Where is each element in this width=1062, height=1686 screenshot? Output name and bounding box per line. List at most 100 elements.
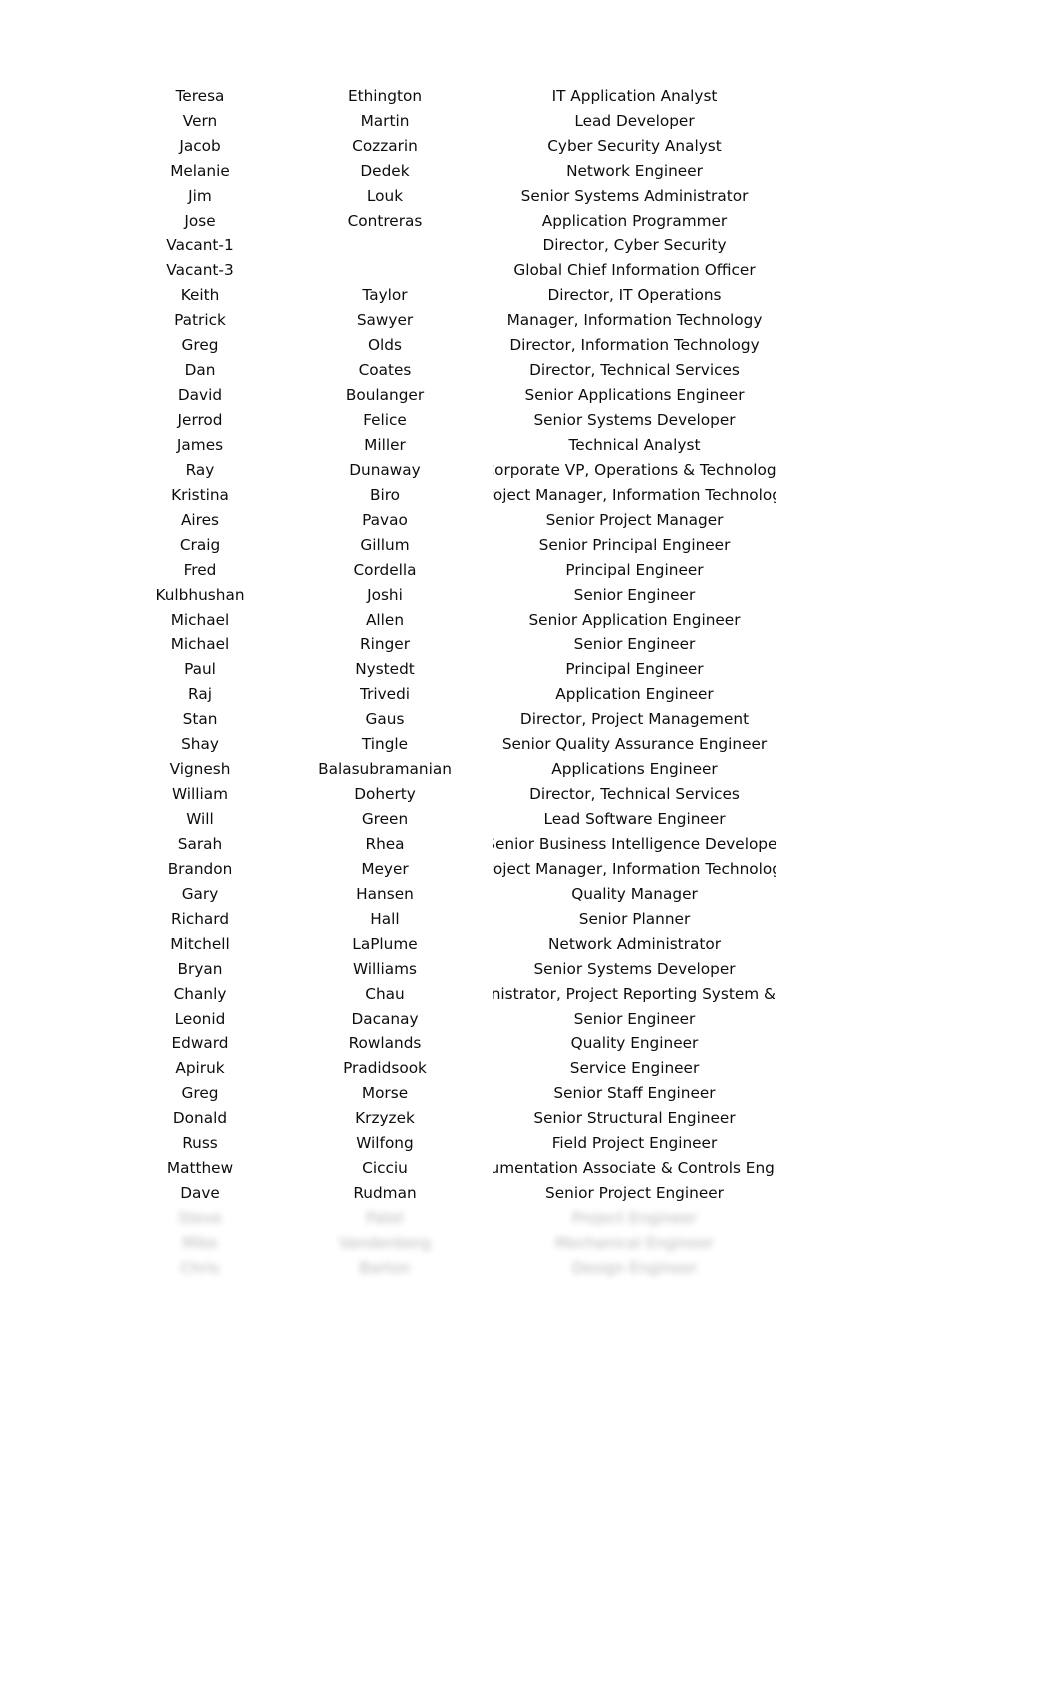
cell-last-name: Krzyzek bbox=[355, 1111, 415, 1127]
cell-first-name: Jerrod bbox=[177, 413, 223, 429]
cell-first-name: Patrick bbox=[174, 313, 226, 329]
job-title-text: Senior Business Intelligence Developer bbox=[493, 836, 776, 853]
job-title-text: Senior Applications Engineer bbox=[524, 388, 745, 404]
cell-last-name: Felice bbox=[363, 413, 407, 429]
job-title-text: Project Manager, Information Technology bbox=[493, 861, 776, 878]
cell-first-name: Will bbox=[186, 812, 214, 828]
job-title-text: Quality Engineer bbox=[570, 1036, 699, 1052]
table-row: Vern Martin Lead Developer bbox=[140, 109, 776, 134]
cell-first-name: William bbox=[171, 787, 229, 803]
cell-first-name: Gary bbox=[181, 886, 219, 903]
job-title-text: Design Engineer bbox=[571, 1260, 698, 1277]
cell-last-name: Coates bbox=[358, 363, 412, 379]
table-row: Vacant-1 Director, Cyber Security bbox=[140, 234, 776, 259]
job-title-text: Principal Engineer bbox=[565, 562, 704, 578]
cell-last-name: Taylor bbox=[362, 288, 408, 304]
cell-last-name: Balasubramanian bbox=[318, 762, 452, 778]
cell-job-title: Senior Project Manager bbox=[493, 513, 776, 528]
cell-job-title: Project Manager, Information Technology bbox=[493, 862, 776, 877]
cell-job-title: Application Programmer bbox=[493, 214, 776, 229]
cell-last-name: Barton bbox=[359, 1260, 411, 1277]
cell-first-name: Chris bbox=[180, 1260, 220, 1277]
cell-job-title: Technical Analyst bbox=[493, 438, 776, 453]
job-title-text: Instrumentation Associate & Controls Eng… bbox=[493, 1161, 776, 1177]
cell-first-name: Vacant-3 bbox=[166, 263, 234, 279]
cell-job-title: Senior Structural Engineer bbox=[493, 1111, 776, 1126]
job-title-text: Application Engineer bbox=[555, 687, 714, 703]
job-title-text: Manager, Information Technology bbox=[506, 313, 763, 329]
cell-last-name: Dunaway bbox=[349, 462, 421, 479]
cell-last-name: Doherty bbox=[354, 787, 416, 803]
cell-first-name: Teresa bbox=[175, 88, 225, 105]
cell-first-name: Chanly bbox=[173, 986, 227, 1002]
cell-first-name: Mike bbox=[182, 1235, 218, 1252]
cell-last-name: Rudman bbox=[353, 1186, 417, 1202]
cell-job-title: Cyber Security Analyst bbox=[493, 139, 776, 154]
cell-job-title: Director, Information Technology bbox=[493, 338, 776, 353]
cell-last-name: Tingle bbox=[361, 737, 409, 753]
job-title-text: Project Manager, Information Technology bbox=[493, 487, 776, 504]
cell-last-name: Cordella bbox=[353, 562, 417, 578]
cell-first-name: Steve bbox=[178, 1211, 222, 1227]
cell-first-name: Kristina bbox=[171, 487, 229, 504]
cell-job-title: Service Engineer bbox=[493, 1061, 776, 1076]
job-title-text: Director, Technical Services bbox=[529, 363, 740, 379]
job-title-text: Lead Software Engineer bbox=[543, 812, 726, 828]
table-row: Greg Olds Director, Information Technology bbox=[140, 333, 776, 358]
table-row: Aires Pavao Senior Project Manager bbox=[140, 508, 776, 533]
cell-first-name: Ray bbox=[185, 462, 215, 479]
job-title-text: IT Application Analyst bbox=[551, 88, 718, 105]
cell-first-name: Vacant-1 bbox=[166, 238, 234, 254]
job-title-text: Director, Cyber Security bbox=[542, 238, 727, 254]
cell-job-title: Senior Systems Developer bbox=[493, 413, 776, 428]
cell-last-name: Martin bbox=[360, 113, 410, 130]
cell-first-name: Jose bbox=[184, 213, 216, 229]
job-title-text: Senior Systems Administrator bbox=[520, 188, 749, 204]
cell-first-name: Mitchell bbox=[170, 936, 230, 952]
cell-last-name: Contreras bbox=[347, 213, 423, 229]
table-row: Leonid Dacanay Senior Engineer bbox=[140, 1007, 776, 1032]
cell-first-name: Jim bbox=[188, 188, 212, 204]
cell-job-title: IT Application Analyst bbox=[493, 89, 776, 104]
job-title-text: Network Engineer bbox=[566, 163, 703, 179]
cell-job-title: Quality Manager bbox=[493, 887, 776, 902]
cell-job-title: Senior Quality Assurance Engineer bbox=[493, 737, 776, 752]
job-title-text: Application Programmer bbox=[541, 213, 728, 229]
job-title-text: Global Chief Information Officer bbox=[513, 263, 756, 279]
cell-job-title: Project Engineer bbox=[493, 1211, 776, 1226]
table-row: Shay Tingle Senior Quality Assurance Engin… bbox=[140, 732, 776, 757]
cell-first-name: Dave bbox=[180, 1186, 220, 1202]
cell-last-name: Olds bbox=[368, 338, 402, 354]
table-row: Apiruk Pradidsook Service Engineer bbox=[140, 1057, 776, 1082]
cell-job-title: Quality Engineer bbox=[493, 1036, 776, 1051]
cell-first-name: Aires bbox=[180, 512, 220, 529]
cell-first-name: Bryan bbox=[177, 961, 223, 977]
cell-job-title: Principal Engineer bbox=[493, 662, 776, 677]
cell-first-name: Fred bbox=[183, 562, 217, 578]
job-title-text: Senior Application Engineer bbox=[528, 612, 741, 628]
job-title-text: Senior Principal Engineer bbox=[538, 537, 731, 553]
job-title-text: Senior Engineer bbox=[573, 1011, 696, 1027]
table-row: Stan Gaus Director, Project Management bbox=[140, 707, 776, 732]
job-title-text: Senior Project Engineer bbox=[545, 1186, 724, 1202]
cell-job-title: Administrator, Project Reporting System … bbox=[493, 987, 776, 1002]
job-title-text: Principal Engineer bbox=[565, 662, 704, 678]
cell-first-name: Vignesh bbox=[169, 762, 231, 778]
cell-first-name: Craig bbox=[179, 537, 221, 553]
cell-last-name: Boulanger bbox=[345, 388, 425, 404]
table-row: Will Green Lead Software Engineer bbox=[140, 807, 776, 832]
cell-last-name: Pavao bbox=[362, 512, 408, 529]
cell-last-name: Joshi bbox=[367, 587, 403, 603]
table-row: Teresa Ethington IT Application Analyst bbox=[140, 84, 776, 109]
cell-first-name: Greg bbox=[181, 1086, 219, 1102]
job-title-text: Senior Staff Engineer bbox=[553, 1086, 716, 1102]
cell-job-title: Director, Cyber Security bbox=[493, 238, 776, 253]
cell-job-title: Senior Business Intelligence Developer bbox=[493, 837, 776, 852]
table-row: Patrick Sawyer Manager, Information Techno… bbox=[140, 308, 776, 333]
cell-first-name: Michael bbox=[170, 612, 230, 628]
cell-job-title: Director, Technical Services bbox=[493, 363, 776, 378]
cell-job-title: Global Chief Information Officer bbox=[493, 263, 776, 278]
cell-job-title: Senior Principal Engineer bbox=[493, 538, 776, 553]
cell-first-name: James bbox=[176, 437, 224, 454]
job-title-text: Network Administrator bbox=[547, 936, 721, 952]
